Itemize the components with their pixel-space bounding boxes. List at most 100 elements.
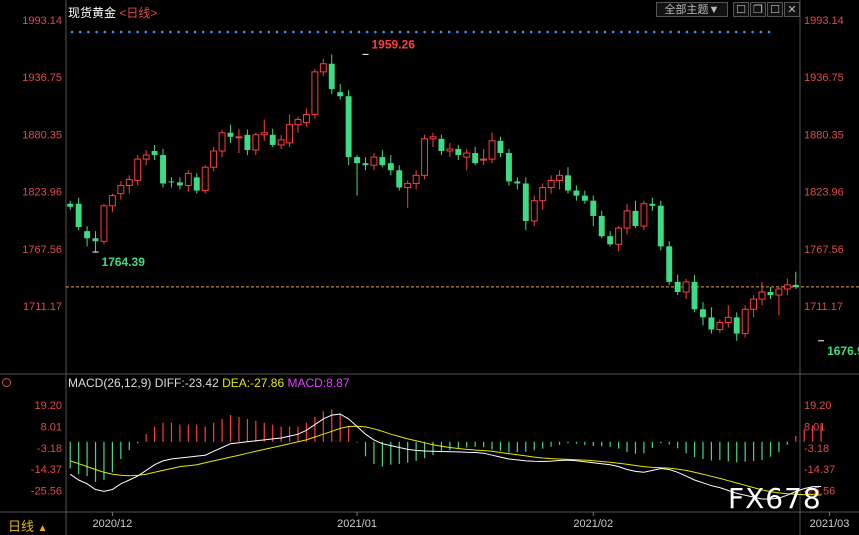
grid-dot [341, 30, 344, 34]
candle-body-down [345, 96, 352, 158]
grid-dot [292, 30, 295, 34]
candle-body-down [151, 151, 158, 156]
macd-dea-value: DEA:-27.86 [222, 376, 285, 390]
grid-dot [529, 30, 533, 34]
grid-dot [767, 30, 771, 34]
macd-tick-left: 8.01 [41, 422, 62, 434]
grid-dot [464, 30, 467, 34]
candle-body-down [733, 317, 740, 334]
candle-body-up [294, 119, 302, 126]
grid-dot [595, 30, 599, 34]
candle-body-down [691, 281, 698, 310]
candle-body-down [590, 200, 597, 216]
candle-body-up [775, 288, 783, 296]
candle-body-down [455, 148, 462, 156]
grid-dot [693, 30, 697, 34]
grid-dot [554, 30, 558, 34]
candle-body-down [632, 210, 639, 227]
grid-dot [87, 30, 90, 34]
grid-dot [759, 30, 763, 34]
grid-dot [300, 30, 303, 34]
grid-dot [734, 30, 738, 34]
candle-body-up [758, 291, 766, 300]
grid-dot [431, 30, 435, 34]
grid-dot [718, 30, 722, 34]
candle-body-up [370, 156, 378, 166]
time-tick-label: 2021/01 [337, 518, 377, 530]
indicator-settings-icon[interactable] [2, 378, 11, 387]
grid-dot [226, 30, 230, 34]
grid-dot [652, 30, 656, 34]
candle-body-down [244, 134, 251, 150]
grid-dot [357, 30, 361, 34]
grid-dot [587, 30, 590, 34]
window-button-1[interactable]: ☐ [733, 2, 749, 17]
grid-dot [538, 30, 541, 34]
candle-body-up [547, 179, 555, 189]
grid-dot [78, 30, 82, 34]
grid-dot [251, 30, 254, 34]
candle-body-down [573, 190, 580, 196]
candle-body-up [404, 182, 412, 189]
candle-body-up [201, 166, 209, 192]
macd-indicator-name: MACD(26,12,9) [68, 376, 152, 390]
candle-body-up [556, 174, 564, 181]
candle-body-down [362, 163, 369, 166]
high-annotation: 1959.26 [372, 37, 416, 51]
macd-macd-value: MACD:8.87 [287, 376, 350, 390]
candle-body-down [438, 138, 445, 152]
grid-dot [111, 30, 115, 34]
candle-body-up [421, 138, 429, 176]
grid-dot [259, 30, 262, 34]
price-tick-right: 1823.96 [804, 187, 844, 199]
price-tick-right: 1880.35 [804, 129, 844, 141]
candle-body-down [514, 181, 521, 184]
grid-dot [521, 30, 525, 34]
grid-dot [374, 30, 377, 34]
candle-body-down [565, 175, 571, 191]
low-annotation: 1764.39 [102, 255, 146, 269]
header-title-group: 现货黄金 <日线> [68, 4, 157, 21]
candle-body-up [134, 158, 142, 181]
grid-dot [103, 30, 107, 34]
candle-body-down [649, 203, 656, 206]
grid-dot [390, 30, 394, 34]
candle-body-up [446, 148, 454, 152]
candle-body-up [311, 71, 319, 115]
candle-body-down [598, 215, 605, 237]
grid-dot [644, 30, 648, 34]
price-tick-right: 1711.17 [804, 301, 843, 313]
grid-dot [497, 30, 500, 34]
grid-dot [169, 30, 172, 34]
macd-tick-right: 19.20 [804, 400, 832, 412]
theme-dropdown[interactable]: 全部主题▼ [656, 2, 728, 17]
period-selector[interactable]: <日线> [119, 6, 157, 20]
candle-body-up [100, 205, 108, 242]
close-icon[interactable]: ✕ [784, 2, 800, 17]
grid-dot [447, 30, 451, 34]
caret-up-icon: ▲ [37, 523, 48, 534]
grid-dot [365, 30, 369, 34]
candle-body-down [581, 195, 588, 201]
macd-tick-right: -3.18 [804, 443, 829, 455]
grid-dot [308, 30, 312, 34]
candle-body-down [505, 153, 512, 182]
window-button-3[interactable]: ☐ [767, 2, 783, 17]
grid-dot [324, 30, 328, 34]
candle-body-up [539, 187, 547, 202]
period-tab[interactable]: 日线 ▲ [8, 516, 48, 535]
price-tick-left: 1823.96 [22, 187, 62, 199]
watermark-logo: FX678 [728, 482, 822, 515]
candle-body-up [615, 227, 623, 245]
macd-tick-right: -14.37 [804, 464, 835, 476]
window-button-2[interactable]: ❐ [750, 2, 766, 17]
candle-body-down [84, 231, 91, 239]
macd-diff-value: DIFF:-23.42 [154, 376, 219, 390]
grid-dot [546, 30, 549, 34]
candle-body-down [387, 163, 394, 171]
candle-body-down [767, 292, 774, 296]
grid-dot [70, 30, 74, 34]
time-tick-label: 2020/12 [93, 518, 133, 530]
candle-body-up [210, 150, 218, 168]
candle-body-down [396, 170, 403, 188]
